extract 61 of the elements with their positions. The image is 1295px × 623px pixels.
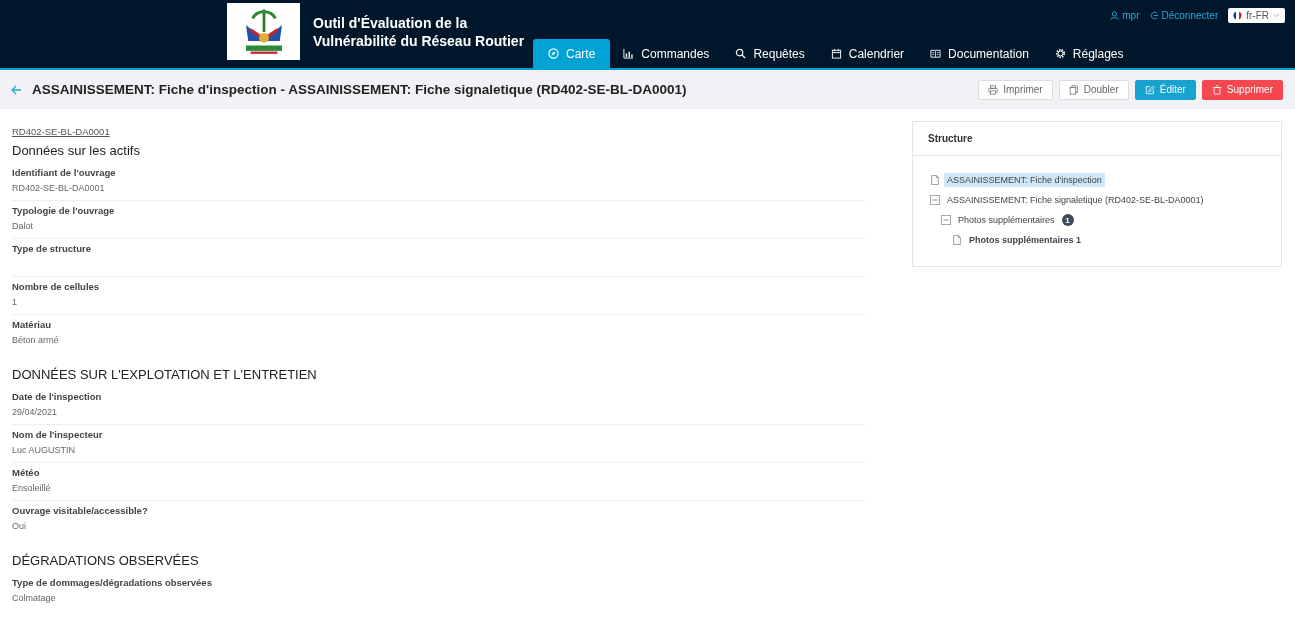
- card-title: Structure: [913, 122, 1281, 156]
- field-value: Ensoleillé: [12, 482, 52, 495]
- file-icon: [930, 175, 940, 185]
- search-icon: [735, 48, 747, 59]
- compass-icon: [548, 48, 559, 59]
- field-label: Identifiant de l'ouvrage: [12, 166, 117, 180]
- page-title: ASSAINISSEMENT: Fiche d'inspection - ASSAINISSEMENT: Fiche signaletique (RD402-SE-BL-DA0001): [32, 82, 688, 97]
- edit-icon: [1144, 84, 1155, 95]
- field-label: Typologie de l'ouvrage: [12, 204, 116, 218]
- field-value: Oui: [12, 520, 27, 533]
- file-icon: [952, 235, 962, 245]
- nav-tab[interactable]: Documentation: [917, 39, 1042, 68]
- collapse-icon[interactable]: [930, 195, 940, 205]
- field-value: 29/04/2021: [12, 406, 59, 419]
- field-value: Colmatage: [12, 592, 57, 605]
- language-select[interactable]: fr-FR: [1228, 8, 1285, 23]
- action-button[interactable]: Imprimer: [978, 79, 1053, 100]
- logout-icon: [1149, 11, 1159, 20]
- book-icon: [930, 48, 942, 59]
- nav-tab[interactable]: Commandes: [610, 39, 723, 68]
- nav-tab[interactable]: Calendrier: [817, 39, 918, 68]
- section-title: Données sur les actifs: [12, 143, 141, 158]
- field-label: Date de l'inspection: [12, 390, 103, 404]
- field-label: Météo: [12, 466, 41, 480]
- field-label: Type de dommages/dégradations observées: [12, 576, 213, 590]
- user-link[interactable]: mpr: [1110, 10, 1140, 21]
- trash-icon: [1211, 84, 1222, 95]
- flag-icon: [1233, 11, 1243, 20]
- tree-node[interactable]: ASSAINISSEMENT: Fiche d'inspection: [944, 173, 1105, 187]
- field-value: Luc AUGUSTIN: [12, 444, 77, 457]
- user-icon: [1110, 11, 1120, 20]
- field-value: Dalot: [12, 220, 34, 233]
- collapse-icon[interactable]: [941, 215, 951, 225]
- tree-node[interactable]: ASSAINISSEMENT: Fiche signaletique (RD402-SE-BL-DA0001): [944, 193, 1207, 207]
- field-label: Matériau: [12, 318, 53, 332]
- field-value: 1: [12, 296, 18, 309]
- action-button[interactable]: Supprimer: [1201, 79, 1283, 100]
- field-label: Ouvrage visitable/accessible?: [12, 504, 149, 518]
- app-title: Outil d'Évaluation de la Vulnérabilité du Réseau Routier: [313, 14, 526, 51]
- record-link[interactable]: RD402-SE-BL-DA0001: [12, 126, 110, 137]
- tree-node[interactable]: Photos supplémentaires: [955, 213, 1058, 227]
- back-arrow-icon: [10, 83, 22, 96]
- field-value: Béton armé: [12, 334, 60, 347]
- caret-icon: [1273, 12, 1280, 19]
- field-label: Nombre de cellules: [12, 280, 101, 294]
- section-title: DÉGRADATIONS OBSERVÉES: [12, 553, 200, 568]
- nav-tab[interactable]: Requêtes: [722, 39, 818, 68]
- copy-icon: [1068, 84, 1079, 95]
- logout-link[interactable]: Déconnecter: [1149, 10, 1219, 21]
- calendar-icon: [830, 48, 842, 59]
- settings-icon: [1054, 48, 1066, 59]
- nav-tab[interactable]: Réglages: [1041, 39, 1137, 68]
- field-value: RD402-SE-BL-DA0001: [12, 182, 106, 195]
- count-badge: 1: [1061, 214, 1074, 226]
- field-label: Type de structure: [12, 242, 92, 256]
- tree-node[interactable]: Photos supplémentaires 1: [966, 233, 1085, 247]
- field-label: Nom de l'inspecteur: [12, 428, 104, 442]
- section-title: DONNÉES SUR L'EXPLOTATION ET L'ENTRETIEN: [12, 367, 318, 382]
- bar-chart-icon: [623, 48, 635, 59]
- printer-icon: [988, 84, 999, 95]
- action-button[interactable]: Doubler: [1058, 79, 1129, 100]
